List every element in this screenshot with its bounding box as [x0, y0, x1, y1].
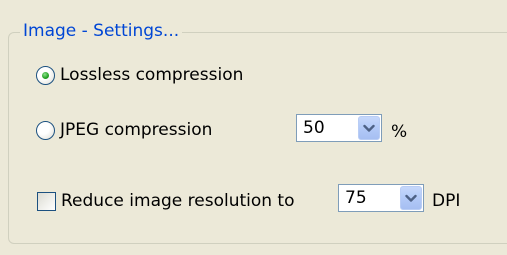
- lossless-radio-button[interactable]: [36, 65, 55, 85]
- dpi-dropdown[interactable]: 75: [338, 184, 424, 212]
- radio-selected-dot: [42, 71, 49, 79]
- jpeg-quality-dropdown[interactable]: 50: [296, 114, 382, 142]
- jpeg-compression-label: JPEG compression: [60, 120, 213, 140]
- dpi-value: 75: [345, 188, 367, 208]
- jpeg-quality-unit: %: [391, 122, 408, 142]
- lossless-compression-label: Lossless compression: [60, 65, 244, 85]
- jpeg-compression-option[interactable]: JPEG compression: [36, 119, 212, 141]
- dpi-unit: DPI: [432, 191, 461, 211]
- reduce-resolution-checkbox[interactable]: [37, 191, 56, 211]
- reduce-resolution-option[interactable]: Reduce image resolution to: [37, 190, 295, 212]
- chevron-down-icon: [405, 194, 417, 202]
- dpi-dropdown-button[interactable]: [400, 186, 422, 210]
- image-settings-panel: Image - Settings... Lossless compression…: [0, 0, 507, 255]
- lossless-compression-option[interactable]: Lossless compression: [36, 64, 243, 86]
- jpeg-radio-button[interactable]: [36, 120, 55, 140]
- group-title: Image - Settings...: [20, 20, 183, 42]
- chevron-down-icon: [363, 124, 375, 132]
- jpeg-quality-value: 50: [303, 118, 325, 138]
- reduce-resolution-label: Reduce image resolution to: [61, 191, 295, 211]
- jpeg-quality-dropdown-button[interactable]: [358, 116, 380, 140]
